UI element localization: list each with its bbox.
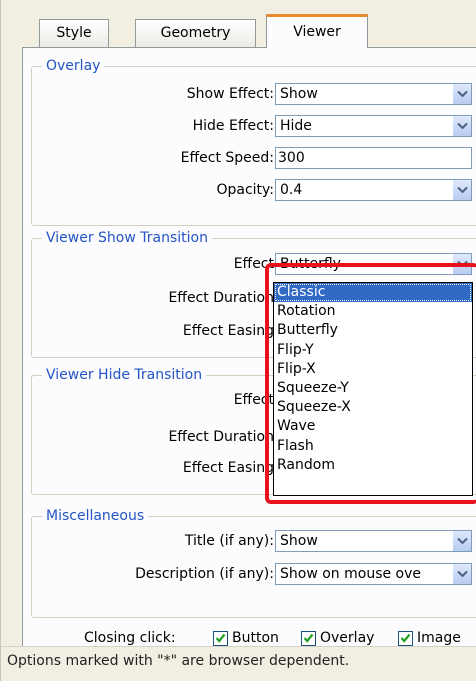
tab-strip: Style Geometry Viewer (1, 0, 476, 48)
description-select[interactable]: Show on mouse ove (275, 563, 472, 585)
closing-overlay-label: Overlay (320, 630, 375, 646)
misc-legend: Miscellaneous (42, 507, 149, 525)
hide-effect-value: Hide (280, 118, 312, 134)
hide-effect-label: Hide Effect: (192, 118, 274, 134)
footer-divider (1, 646, 476, 647)
chevron-down-icon[interactable] (452, 84, 471, 104)
hide-effect-select[interactable]: Hide (275, 115, 472, 137)
closing-image-checkbox[interactable]: Image (398, 629, 461, 647)
effect-speed-label: Effect Speed: (180, 150, 274, 166)
show-effect-easing-label: Effect Easing (182, 323, 274, 339)
show-effect-duration-label: Effect Duration (168, 290, 274, 306)
tab-geometry[interactable]: Geometry (135, 19, 256, 47)
title-select[interactable]: Show (275, 530, 472, 552)
closing-image-label: Image (417, 630, 461, 646)
chevron-down-icon[interactable] (452, 116, 471, 136)
checkmark-icon[interactable] (398, 630, 413, 646)
show-effect-select[interactable]: Show (275, 83, 472, 105)
chevron-down-icon[interactable] (452, 180, 471, 200)
settings-panel: Style Geometry Viewer Overlay Show Effec… (0, 0, 476, 681)
closing-button-label: Button (232, 630, 279, 646)
closing-overlay-checkbox[interactable]: Overlay (301, 629, 374, 647)
title-value: Show (280, 533, 318, 549)
description-value: Show on mouse ove (280, 566, 422, 582)
description-label: Description (if any): (135, 566, 274, 582)
tab-viewer[interactable]: Viewer (266, 14, 368, 48)
opacity-label: Opacity: (216, 182, 274, 198)
overlay-legend: Overlay (42, 57, 105, 75)
opacity-value: 0.4 (280, 182, 303, 198)
chevron-down-icon[interactable] (452, 564, 471, 584)
title-label: Title (if any): (184, 533, 274, 549)
tab-style[interactable]: Style (39, 19, 109, 47)
highlight-box (265, 263, 476, 504)
effect-speed-input[interactable]: 300 (275, 147, 472, 169)
show-effect-value: Show (280, 86, 318, 102)
hide-effect-easing-label: Effect Easing (182, 460, 274, 476)
hide-transition-legend: Viewer Hide Transition (42, 366, 207, 384)
show-effect-label: Show Effect: (186, 86, 274, 102)
checkmark-icon[interactable] (301, 630, 316, 646)
footer-note: Options marked with "*" are browser depe… (7, 653, 350, 669)
closing-button-checkbox[interactable]: Button (213, 629, 279, 647)
hide-effect-duration-label: Effect Duration (168, 429, 274, 445)
opacity-select[interactable]: 0.4 (275, 179, 472, 201)
chevron-down-icon[interactable] (452, 531, 471, 551)
show-transition-legend: Viewer Show Transition (42, 229, 212, 247)
checkmark-icon[interactable] (213, 630, 228, 646)
